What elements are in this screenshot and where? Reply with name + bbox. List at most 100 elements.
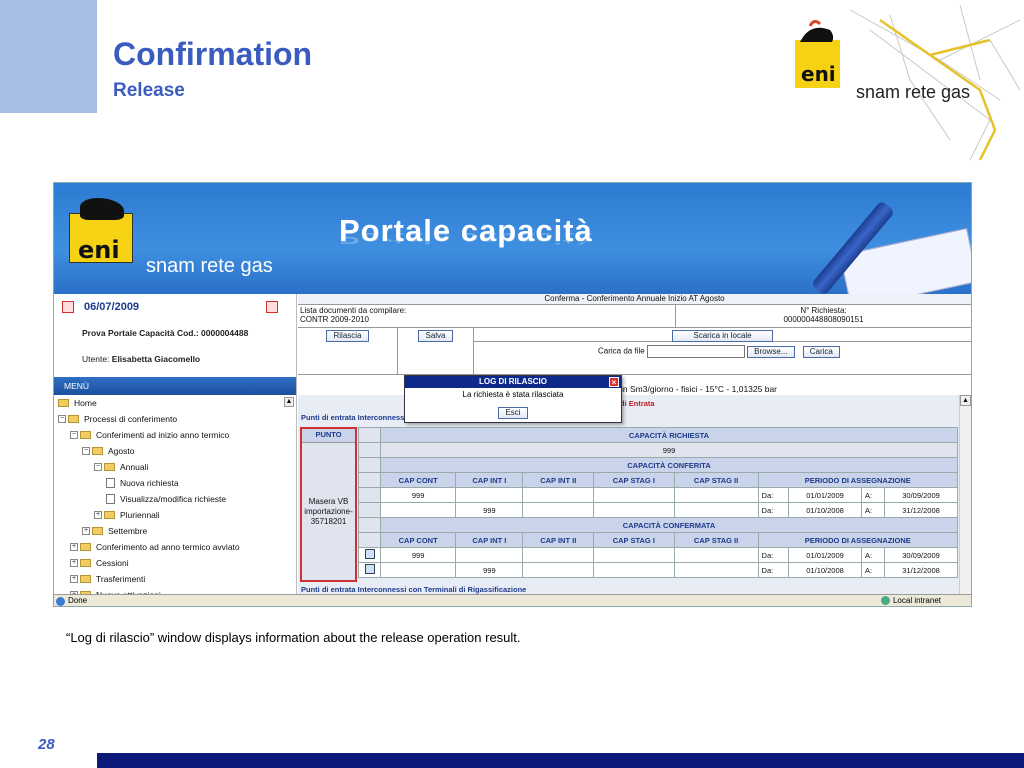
browser-page-icon xyxy=(56,597,65,606)
slide-caption: “Log di rilascio” window displays inform… xyxy=(66,630,521,645)
six-legged-dog-icon xyxy=(80,198,124,220)
tree-node-label: Home xyxy=(74,398,97,408)
edit-icon[interactable] xyxy=(364,564,375,574)
expand-icon[interactable]: + xyxy=(70,559,78,567)
folder-icon xyxy=(92,527,103,535)
browse-button[interactable]: Browse... xyxy=(747,345,795,358)
table-row: 999 Da: 01/10/2008 A: 31/12/2008 xyxy=(358,502,958,518)
action-row: Rilascia Salva Scarica in locale Carica … xyxy=(298,328,971,375)
browser-screenshot: eni snam rete gas Portale capacità Porta… xyxy=(53,182,972,607)
slide-title: Confirmation xyxy=(113,36,313,72)
tree-node[interactable]: Nuova richiesta xyxy=(54,475,296,491)
table-row: 999 Da: 01/01/2009 A: 30/09/2009 xyxy=(358,487,958,503)
expand-icon[interactable]: + xyxy=(82,527,90,535)
portal-banner: eni snam rete gas Portale capacità Porta… xyxy=(54,183,971,294)
company-info: Prova Portale Capacità Cod.: 0000004488 xyxy=(82,328,249,338)
col-cap-int-i: CAP INT I xyxy=(455,472,524,488)
close-icon[interactable]: × xyxy=(609,377,619,387)
vertical-scrollbar[interactable]: ▲ xyxy=(959,395,971,594)
collapse-icon[interactable]: − xyxy=(70,431,78,439)
cap-conferita-header: CAPACITÀ CONFERITA xyxy=(380,457,958,473)
status-bar: Done Local intranet xyxy=(54,594,971,606)
upload-button[interactable]: Carica xyxy=(802,345,840,358)
expand-icon[interactable]: + xyxy=(70,575,78,583)
tree-node[interactable]: − Processi di conferimento xyxy=(54,411,296,427)
save-button[interactable]: Salva xyxy=(418,330,453,342)
section-regasification: Punti di entrata Interconnessi con Termi… xyxy=(301,585,527,594)
doc-list-label: Lista documenti da compilare: xyxy=(300,306,407,315)
edit-icon[interactable] xyxy=(364,549,375,559)
folder-icon xyxy=(104,463,115,471)
tree-node-label: Settembre xyxy=(108,526,148,536)
banner-brand: snam rete gas xyxy=(146,255,273,277)
banner-title-reflection: Portale capacità xyxy=(339,229,593,248)
collapse-icon[interactable]: − xyxy=(58,415,66,423)
collapse-icon[interactable]: − xyxy=(82,447,90,455)
tree-node[interactable]: + Conferimento ad anno termico avviato xyxy=(54,539,296,555)
tree-node[interactable]: − Agosto xyxy=(54,443,296,459)
footer-bar xyxy=(97,753,1024,768)
section-interconnected: Punti di entrata Interconnessi xyxy=(301,413,407,422)
download-local-button[interactable]: Scarica in locale xyxy=(672,330,773,342)
eni-logo-text: eni xyxy=(801,62,836,86)
tree-node[interactable]: + Trasferimenti xyxy=(54,571,296,587)
doc-list-value[interactable]: CONTR 2009-2010 xyxy=(300,315,673,324)
table-row: 999 Da: 01/10/2008 A: 31/12/2008 xyxy=(358,562,958,578)
col-cap-stag-i: CAP STAG I xyxy=(593,472,675,488)
tree-node-label: Agosto xyxy=(108,446,135,456)
request-label: N° Richiesta: xyxy=(800,306,847,315)
folder-icon xyxy=(80,431,91,439)
calendar-icon[interactable] xyxy=(62,301,74,313)
intranet-icon xyxy=(880,596,890,606)
col-cap-cont: CAP CONT xyxy=(379,472,457,488)
section-entry-tail: di Entrata xyxy=(620,399,655,408)
tree-node-label: Conferimenti ad inizio anno termico xyxy=(96,430,230,440)
tree-node[interactable]: + Settembre xyxy=(54,523,296,539)
document-icon xyxy=(106,494,115,504)
tree-node[interactable]: Visualizza/modifica richieste xyxy=(54,491,296,507)
tree-node[interactable]: + Pluriennali xyxy=(54,507,296,523)
tree-node-label: Processi di conferimento xyxy=(84,414,178,424)
folder-icon xyxy=(80,559,91,567)
user-info: Utente: Elisabetta Giacomello xyxy=(82,354,201,364)
punto-column: PUNTO Masera VB importazione-35718201 xyxy=(300,427,357,582)
capacity-grid-area: Punti di entrata Interconnessi di Entrat… xyxy=(298,395,971,594)
tree-node[interactable]: + Cessioni xyxy=(54,555,296,571)
table-row: 999 Da: 01/01/2009 A: 30/09/2009 xyxy=(358,547,958,563)
tree-node[interactable]: − Conferimenti ad inizio anno termico xyxy=(54,427,296,443)
security-zone: Local intranet xyxy=(880,595,941,606)
release-button[interactable]: Rilascia xyxy=(326,330,369,342)
request-number: 000000448808090151 xyxy=(783,315,864,324)
menu-header: MENÙ xyxy=(54,377,296,395)
document-icon xyxy=(106,478,115,488)
folder-icon xyxy=(80,543,91,551)
release-log-dialog: LOG DI RILASCIO × La richiesta è stata r… xyxy=(404,375,622,423)
file-path-input[interactable] xyxy=(646,345,745,358)
tree-node[interactable]: − Annuali xyxy=(54,459,296,475)
slide-accent-block xyxy=(0,0,97,113)
load-file-label: Carica da file xyxy=(598,346,645,356)
document-info-row: Lista documenti da compilare: CONTR 2009… xyxy=(298,305,971,328)
dialog-title: LOG DI RILASCIO × xyxy=(405,376,621,388)
units-line: in Sm3/giorno - fisici - 15°C - 1,01325 … xyxy=(621,384,777,394)
tree-node-label: Nuova richiesta xyxy=(120,478,179,488)
tree-node[interactable]: Home xyxy=(54,395,296,411)
scroll-up-arrow[interactable]: ▲ xyxy=(284,397,294,407)
slide-subtitle: Release xyxy=(113,80,185,101)
expand-icon[interactable]: + xyxy=(94,511,102,519)
collapse-icon[interactable]: − xyxy=(94,463,102,471)
punto-header: PUNTO xyxy=(302,429,355,443)
tree-node-label: Annuali xyxy=(120,462,149,472)
folder-icon xyxy=(80,575,91,583)
col-cap-int-ii: CAP INT II xyxy=(522,472,595,488)
dialog-message: La richiesta è stata rilasciata xyxy=(462,390,564,399)
exit-button[interactable]: Esci xyxy=(498,407,528,419)
calendar-icon[interactable] xyxy=(266,301,278,313)
corporate-logo: eni snam rete gas xyxy=(790,0,1024,170)
punto-value: Masera VB importazione-35718201 xyxy=(304,497,353,526)
cap-richiesta-value: 999 xyxy=(380,442,958,458)
tree-node-label: Conferimento ad anno termico avviato xyxy=(96,542,240,552)
scroll-up-arrow[interactable]: ▲ xyxy=(960,395,971,406)
expand-icon[interactable]: + xyxy=(70,543,78,551)
status-text: Done xyxy=(68,596,88,605)
